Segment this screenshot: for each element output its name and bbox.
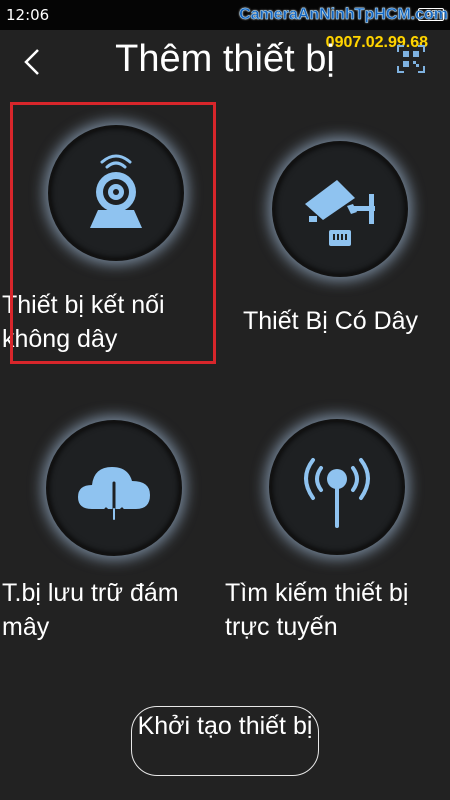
- header: Thêm thiết bị: [0, 30, 450, 100]
- cloud-download-icon: [78, 467, 150, 520]
- option-search-label: Tìm kiếm thiết bị trực tuyến: [225, 579, 409, 641]
- option-wired-label: Thiết Bị Có Dây: [243, 307, 419, 335]
- option-online-search[interactable]: Tìm kiếm thiết bị trực tuyến: [225, 405, 450, 650]
- page-title: Thêm thiết bị: [115, 38, 335, 80]
- option-wired-circle: [272, 141, 408, 277]
- option-wireless-circle: [48, 125, 184, 261]
- option-cloud-circle: [46, 420, 182, 556]
- initialize-device-button[interactable]: Khởi tạo thiết bị: [131, 706, 319, 776]
- wired-camera-icon: [305, 180, 375, 246]
- broadcast-icon: [304, 458, 370, 528]
- watermark-site: CameraAnNinhTpHCM.com: [239, 6, 448, 23]
- wifi-camera-icon: [90, 154, 142, 228]
- status-time: 12:06: [6, 6, 50, 24]
- option-wireless-label: Thiết bị kết nối không dây: [2, 291, 165, 353]
- option-wired-device[interactable]: Thiết Bị Có Dây: [225, 110, 450, 360]
- option-cloud-storage[interactable]: T.bị lưu trữ đám mây: [0, 405, 225, 650]
- option-wireless-device[interactable]: Thiết bị kết nối không dây: [0, 110, 225, 360]
- qr-scan-button[interactable]: [396, 44, 426, 74]
- option-search-circle: [269, 419, 405, 555]
- qr-scan-icon: [397, 45, 425, 73]
- option-cloud-label: T.bị lưu trữ đám mây: [2, 579, 179, 641]
